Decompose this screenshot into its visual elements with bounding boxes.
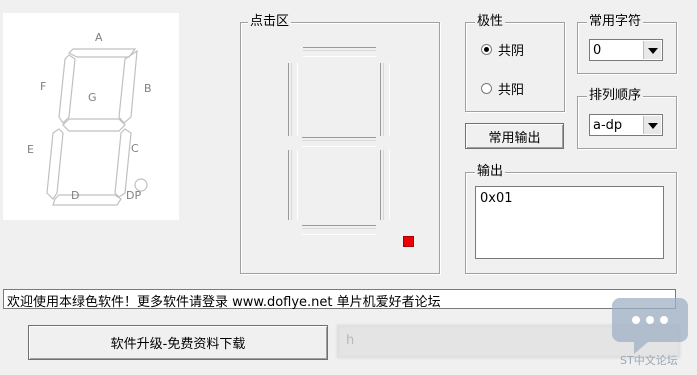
radio-common-cathode[interactable]: 共阴 bbox=[481, 40, 524, 59]
watermark-text: ST中文论坛 bbox=[620, 354, 678, 367]
segment-preview-graphic bbox=[46, 48, 148, 206]
common-char-value: 0 bbox=[593, 43, 602, 58]
preview-seg-g bbox=[62, 118, 126, 132]
radio-common-anode-dot bbox=[481, 83, 492, 94]
order-title: 排列顺序 bbox=[587, 88, 644, 103]
output-value: 0x01 bbox=[480, 191, 513, 206]
click-seg-dp[interactable] bbox=[403, 236, 414, 247]
click-seg-a[interactable] bbox=[303, 47, 376, 57]
preview-seg-e bbox=[46, 128, 64, 200]
seg-label-c: C bbox=[131, 142, 139, 155]
common-char-title: 常用字符 bbox=[587, 14, 644, 29]
output-title: 输出 bbox=[475, 164, 506, 179]
chevron-down-icon[interactable] bbox=[643, 41, 661, 59]
polarity-group bbox=[465, 22, 565, 112]
segment-preview: A F B G E C D DP bbox=[3, 13, 179, 220]
seg-label-b: B bbox=[144, 82, 152, 95]
preview-seg-c bbox=[114, 128, 132, 198]
chevron-down-icon[interactable] bbox=[643, 116, 661, 134]
radio-common-anode[interactable]: 共阳 bbox=[481, 79, 524, 98]
output-textarea[interactable]: 0x01 bbox=[475, 186, 664, 259]
status-bar: 欢迎使用本绿色软件！更多软件请登录 www.doflye.net 单片机爱好者论… bbox=[3, 289, 676, 310]
radio-common-cathode-label: 共阴 bbox=[498, 44, 525, 59]
blurred-button-text: h bbox=[346, 333, 355, 348]
seg-label-a: A bbox=[95, 31, 103, 44]
preview-seg-b bbox=[118, 49, 138, 124]
upgrade-download-button[interactable]: 软件升级-免费资料下载 bbox=[28, 325, 328, 360]
click-seg-f[interactable] bbox=[288, 63, 298, 136]
click-seg-e[interactable] bbox=[288, 150, 298, 220]
status-text: 欢迎使用本绿色软件！更多软件请登录 www.doflye.net 单片机爱好者论… bbox=[7, 295, 441, 310]
click-area-title: 点击区 bbox=[248, 14, 292, 29]
click-seg-d[interactable] bbox=[302, 225, 376, 235]
preview-seg-d bbox=[52, 194, 122, 206]
order-value: a-dp bbox=[593, 118, 623, 133]
seg-label-d: D bbox=[71, 189, 80, 202]
click-seg-b[interactable] bbox=[380, 63, 390, 136]
common-char-select[interactable]: 0 bbox=[589, 39, 663, 61]
order-select[interactable]: a-dp bbox=[589, 114, 663, 136]
seg-label-dp: DP bbox=[126, 189, 142, 202]
click-seg-c[interactable] bbox=[380, 150, 390, 220]
radio-common-anode-label: 共阳 bbox=[498, 83, 525, 98]
seg-label-e: E bbox=[27, 143, 34, 156]
seg-label-g: G bbox=[88, 91, 97, 104]
preview-seg-f bbox=[58, 54, 76, 124]
common-output-button[interactable]: 常用输出 bbox=[465, 123, 564, 149]
radio-common-cathode-dot bbox=[481, 44, 492, 55]
seg-label-f: F bbox=[40, 80, 47, 93]
polarity-title: 极性 bbox=[475, 14, 506, 29]
click-seg-g[interactable] bbox=[302, 137, 376, 147]
preview-seg-a bbox=[67, 48, 137, 58]
